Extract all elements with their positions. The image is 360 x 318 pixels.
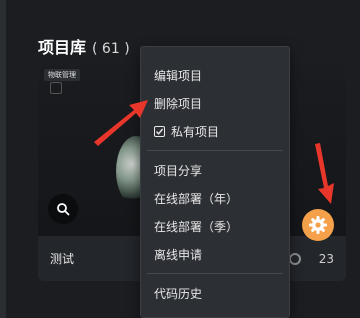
menu-divider xyxy=(147,273,283,274)
sidebar-strip xyxy=(0,0,6,318)
menu-item-offline-request[interactable]: 离线申请 xyxy=(141,240,289,268)
menu-item-share-project[interactable]: 项目分享 xyxy=(141,156,289,184)
menu-item-label: 在线部署（年） xyxy=(154,191,239,206)
check-icon xyxy=(155,128,164,135)
thumbnail-icon xyxy=(50,82,62,94)
menu-item-label: 项目分享 xyxy=(154,163,203,178)
menu-item-deploy-quarterly[interactable]: 在线部署（季） xyxy=(141,212,289,240)
menu-item-label: 代码历史 xyxy=(154,286,203,301)
page-title: 项目库 xyxy=(38,38,87,57)
menu-item-edit-project[interactable]: 编辑项目 xyxy=(141,61,289,89)
gear-icon xyxy=(309,216,327,234)
search-button[interactable] xyxy=(48,194,78,224)
search-icon xyxy=(57,203,70,216)
menu-item-private-project[interactable]: 私有项目 xyxy=(141,117,289,145)
menu-item-delete-project[interactable]: 删除项目 xyxy=(141,89,289,117)
project-count: ( 61 ) xyxy=(92,41,130,57)
project-meta: 23 xyxy=(288,251,334,266)
menu-item-label: 离线申请 xyxy=(154,247,203,262)
menu-item-label: 编辑项目 xyxy=(154,68,203,83)
menu-item-code-history[interactable]: 代码历史 xyxy=(141,279,289,307)
menu-item-label: 私有项目 xyxy=(171,124,220,139)
menu-divider xyxy=(147,150,283,151)
clock-icon xyxy=(288,252,301,265)
thumbnail-badge: 物联管理 xyxy=(44,69,80,81)
menu-item-label: 删除项目 xyxy=(154,96,203,111)
menu-item-deploy-yearly[interactable]: 在线部署（年） xyxy=(141,184,289,212)
page-header: 项目库 ( 61 ) xyxy=(38,34,130,58)
menu-item-label: 在线部署（季） xyxy=(154,219,239,234)
private-project-checkbox[interactable] xyxy=(154,125,165,137)
project-stat-count: 23 xyxy=(318,251,334,266)
context-menu: 编辑项目 删除项目 私有项目 项目分享 在线部署（年） 在线部署（季） 离线申请… xyxy=(140,46,290,318)
